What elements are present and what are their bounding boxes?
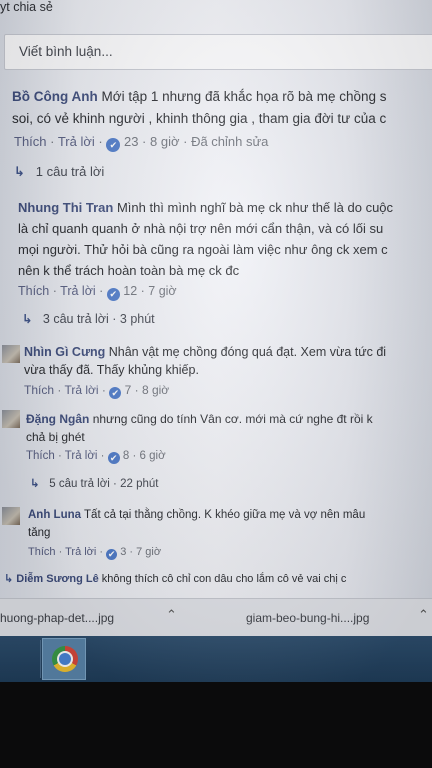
comment-5-meta: Thích · Trả lời · ✔ 3 · 7 giờ [28,546,162,560]
chevron-up-icon[interactable]: ⌃ [418,607,429,623]
comment-1-author[interactable]: Bồ Công Anh [12,89,98,104]
download-item-1[interactable]: huong-phap-det....jpg [0,611,114,625]
comment-2-line1: Nhung Thi Tran Mình thì mình nghĩ bà mẹ … [18,200,393,215]
comment-1-like-link[interactable]: Thích [14,134,47,149]
comment-4-meta: Thích · Trả lời · ✔ 8 · 6 giờ [26,450,166,464]
comment-2-replies-count[interactable]: 3 câu trả lời [43,312,109,326]
comment-1-line1: Bồ Công Anh Mới tập 1 nhưng đã khắc họa … [12,89,387,104]
comment-2-text2: là chỉ quanh quanh ở nhà nội trợ nên mới… [18,221,384,236]
comment-5-like-link[interactable]: Thích [28,546,56,558]
comment-5-line1: Anh Luna Tất cả tại thằng chồng. K khéo … [28,509,365,521]
comment-3-text2: vừa thấy đã. Thấy khủng khiếp. [24,363,199,377]
comment-2-replies[interactable]: ↳ 3 câu trả lời · 3 phút [22,311,155,326]
comment-3-text1: Nhân vật mẹ chồng đóng quá đạt. Xem vừa … [108,345,387,359]
comment-5-text1: Tất cả tại thằng chồng. K khéo giữa mẹ v… [84,509,366,521]
chevron-up-icon[interactable]: ⌃ [166,607,177,623]
comment-2-reply-link[interactable]: Trả lời [60,284,96,298]
comment-1-time[interactable]: 8 giờ [150,134,180,149]
comment-2-text3: mọi người. Thử hỏi bà cũng ra ngoài làm … [18,242,388,257]
download-bar: huong-phap-det....jpg ⌃ giam-beo-bung-hi… [0,598,432,637]
taskbar-divider [40,640,41,678]
avatar[interactable] [2,410,20,428]
comment-1-edited[interactable]: Đã chỉnh sửa [191,134,268,149]
comment-1-replies-count[interactable]: 1 câu trả lời [36,164,105,179]
like-icon: ✔ [106,138,121,152]
comment-5-like-count: 3 [120,546,127,558]
comment-4-text1: nhưng cũng do tính Vân cơ. mới mà cứ ngh… [92,412,373,426]
like-icon: ✔ [106,549,118,560]
comment-2-text4: nên k thể trách hoàn toàn bà mẹ ck đc [18,263,240,278]
comment-1-text1: Mới tập 1 nhưng đã khắc họa rõ bà mẹ chồ… [101,89,387,104]
comment-3-time[interactable]: 8 giờ [142,383,169,397]
like-icon: ✔ [106,288,120,301]
taskbar [0,636,432,682]
comment-3-meta: Thích · Trả lời · ✔ 7 · 8 giờ [24,383,170,399]
comment-4-like-link[interactable]: Thích [26,450,55,462]
comment-4-author[interactable]: Đặng Ngân [26,412,89,426]
comment-3-reply-link[interactable]: Trả lời [64,383,98,397]
comment-input[interactable]: Viết bình luận... [4,34,432,70]
comment-4-replies-time: 22 phút [120,478,159,490]
reply-arrow-icon: ↳ [22,312,33,326]
comment-6-author[interactable]: Diễm Sương Lê [16,573,98,585]
comment-1-reply-link[interactable]: Trả lời [58,134,95,149]
comment-2-like-link[interactable]: Thích [18,284,49,298]
comment-6-line1: ↳ Diễm Sương Lê không thích cô chỉ con d… [4,572,346,585]
comment-2-like-count: 12 [123,284,138,298]
comment-4-like-count: 8 [122,450,130,462]
comment-4-time[interactable]: 6 giờ [140,450,166,462]
reply-arrow-icon: ↳ [30,478,40,490]
like-icon: ✔ [107,452,120,464]
comment-5-reply-link[interactable]: Trả lời [65,546,96,558]
comment-2-time[interactable]: 7 giờ [148,284,176,298]
comment-2-text1: Mình thì mình nghĩ bà mẹ ck như thế là d… [116,200,394,215]
avatar[interactable] [2,345,20,363]
comment-3-like-count: 7 [124,383,132,397]
comment-3-like-link[interactable]: Thích [24,383,54,397]
browser-screen: yt chia sẻ Viết bình luận... Bồ Công Anh… [0,0,432,682]
comment-4-line1: Đặng Ngân nhưng cũng do tính Vân cơ. mới… [26,412,373,426]
comment-3-author[interactable]: Nhìn Gì Cưng [24,345,105,359]
comment-6-text1: không thích cô chỉ con dâu cho lắm cô vẻ… [101,573,347,585]
avatar[interactable] [2,507,20,525]
comment-2-meta: Thích · Trả lời · ✔ 12 · 7 giờ [18,284,177,301]
comment-2-replies-time: 3 phút [119,312,155,326]
comment-1-replies[interactable]: ↳ 1 câu trả lời [14,164,104,180]
download-item-2[interactable]: giam-beo-bung-hi....jpg [246,611,369,625]
reply-arrow-icon: ↳ [14,164,25,179]
comment-5-text2: tăng [28,527,51,539]
chrome-icon [52,646,78,672]
comment-1-text2: soi, có vẻ khinh người , khinh thông gia… [12,111,387,126]
comment-4-replies[interactable]: ↳ 5 câu trả lời · 22 phút [30,476,158,490]
share-text[interactable]: yt chia sẻ [0,0,53,14]
comment-3-line1: Nhìn Gì Cưng Nhân vật mẹ chồng đóng quá … [24,345,386,359]
comment-2-author[interactable]: Nhung Thi Tran [18,200,113,215]
comment-1-meta: Thích · Trả lời · ✔ 23 · 8 giờ · Đã chỉn… [14,134,269,152]
comment-5-author[interactable]: Anh Luna [28,509,81,521]
comment-1-like-count: 23 [123,134,139,149]
comment-4-replies-count[interactable]: 5 câu trả lời [49,478,110,490]
like-icon: ✔ [109,387,122,399]
chrome-taskbar-button[interactable] [42,638,86,680]
reply-arrow-icon: ↳ [4,573,14,585]
comment-4-text2: chả bị ghét [26,430,85,444]
comment-4-reply-link[interactable]: Trả lời [65,450,98,462]
comment-5-time[interactable]: 7 giờ [136,546,161,558]
